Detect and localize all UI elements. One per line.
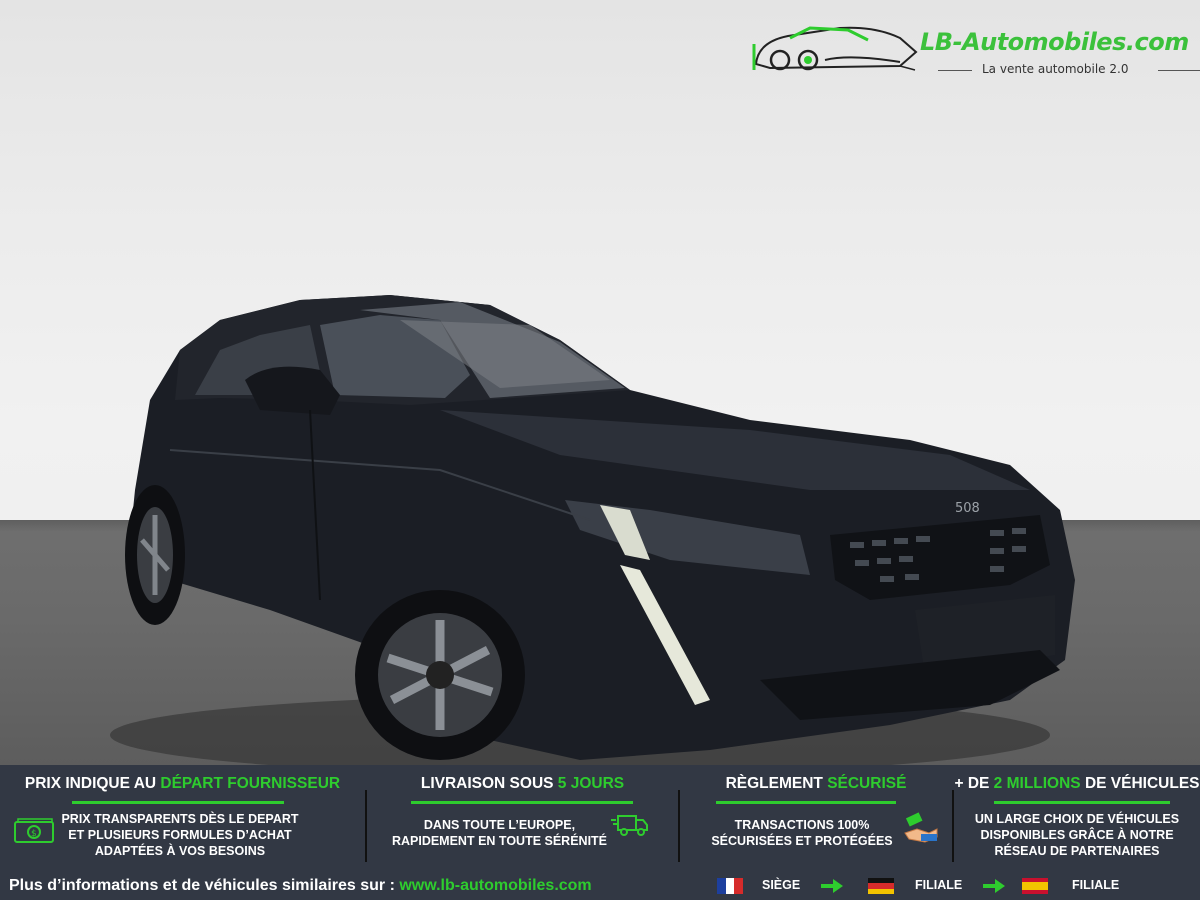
feature-title: LIVRAISON SOUS 5 JOURS (420, 775, 625, 792)
arrow-right-icon (983, 879, 1005, 893)
truck-icon (611, 815, 648, 836)
feature-title: RÈGLEMENT SÉCURISÉ (725, 775, 907, 792)
feature-price: PRIX INDIQUE AU DÉPART FOURNISSEUR $ PRI… (0, 765, 365, 872)
feature-payment: RÈGLEMENT SÉCURISÉ TRANSACTIONS 100% SÉC… (680, 765, 952, 872)
footer-bar: Plus d’informations et de véhicules simi… (0, 872, 1200, 900)
brand-logo: LB-Automobiles.com La vente automobile 2… (750, 24, 1200, 82)
location-label: FILIALE (915, 878, 963, 892)
location-label: SIÈGE (762, 878, 801, 892)
germany-flag (868, 878, 894, 894)
footer-info: Plus d’informations et de véhicules simi… (9, 877, 592, 894)
feature-title: + DE 2 MILLIONS DE VÉHICULES (954, 775, 1200, 792)
car-image: 508 (110, 295, 1075, 765)
feature-vehicles: + DE 2 MILLIONS DE VÉHICULES UN LARGE CH… (954, 775, 1200, 858)
website-link[interactable]: www.lb-automobiles.com (399, 877, 591, 894)
brand-tagline: La vente automobile 2.0 (982, 62, 1129, 76)
money-icon: $ (14, 818, 54, 843)
feature-title: PRIX INDIQUE AU DÉPART FOURNISSEUR (24, 775, 341, 792)
svg-text:$: $ (31, 829, 37, 839)
car-model-badge: 508 (955, 501, 980, 516)
car-logo-icon (752, 26, 918, 71)
brand-name: LB-Automobiles.com (920, 28, 1189, 56)
features-band: PRIX INDIQUE AU DÉPART FOURNISSEUR $ PRI… (0, 765, 1200, 872)
feature-delivery: LIVRAISON SOUS 5 JOURS DANS TOUTE L’EURO… (367, 765, 678, 872)
location-label: FILIALE (1072, 878, 1120, 892)
arrow-right-icon (821, 879, 843, 893)
france-flag (717, 878, 744, 894)
payment-hand-icon (904, 812, 938, 843)
car-photo: 508 (0, 0, 1200, 765)
spain-flag (1022, 878, 1048, 894)
